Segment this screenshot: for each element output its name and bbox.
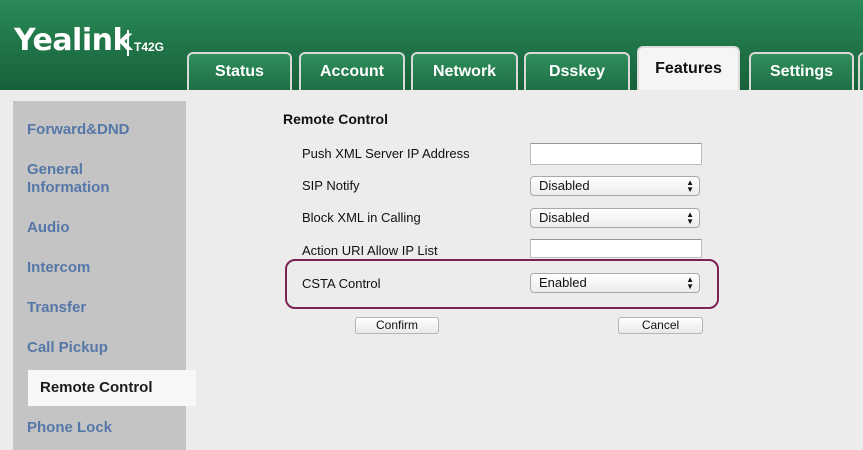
tab-network[interactable]: Network — [411, 52, 518, 90]
sidebar-item-call-pickup[interactable]: Call Pickup — [27, 339, 108, 357]
block-xml-value: Disabled — [539, 210, 590, 225]
tab-dsskey[interactable]: Dsskey — [524, 52, 630, 90]
sidebar-item-phone-lock[interactable]: Phone Lock — [27, 419, 112, 437]
cancel-button[interactable]: Cancel — [618, 317, 703, 334]
logo-divider — [127, 30, 129, 56]
sidebar-item-intercom[interactable]: Intercom — [27, 259, 90, 277]
select-arrows-icon: ▲ ▼ — [686, 210, 694, 226]
tab-features[interactable]: Features — [637, 46, 740, 90]
select-arrows-icon: ▲ ▼ — [686, 275, 694, 291]
tab-overflow[interactable] — [858, 52, 863, 90]
tab-status[interactable]: Status — [187, 52, 292, 90]
tab-settings[interactable]: Settings — [749, 52, 854, 90]
model-label: T42G — [134, 40, 165, 54]
action-uri-input[interactable] — [530, 239, 702, 258]
push-xml-label: Push XML Server IP Address — [302, 146, 470, 161]
sidebar-item-audio[interactable]: Audio — [27, 219, 70, 237]
sidebar-item-transfer[interactable]: Transfer — [27, 299, 86, 317]
sidebar-item-general-information[interactable]: General Information — [27, 161, 137, 197]
yealink-logo: Yealink — [14, 23, 132, 58]
sip-notify-label: SIP Notify — [302, 178, 360, 193]
action-uri-label: Action URI Allow IP List — [302, 243, 438, 258]
sidebar-item-forward-dnd[interactable]: Forward&DND — [27, 121, 130, 139]
sip-notify-select[interactable]: Disabled ▲ ▼ — [530, 176, 700, 196]
csta-control-label: CSTA Control — [302, 276, 381, 291]
sip-notify-value: Disabled — [539, 178, 590, 193]
csta-control-value: Enabled — [539, 275, 587, 290]
tab-account[interactable]: Account — [299, 52, 405, 90]
block-xml-label: Block XML in Calling — [302, 210, 421, 225]
section-title: Remote Control — [283, 111, 388, 127]
select-arrows-icon: ▲ ▼ — [686, 178, 694, 194]
sidebar-item-remote-control[interactable]: Remote Control — [28, 370, 196, 406]
push-xml-server-input[interactable] — [530, 143, 702, 165]
block-xml-select[interactable]: Disabled ▲ ▼ — [530, 208, 700, 228]
csta-control-select[interactable]: Enabled ▲ ▼ — [530, 273, 700, 293]
confirm-button[interactable]: Confirm — [355, 317, 439, 334]
